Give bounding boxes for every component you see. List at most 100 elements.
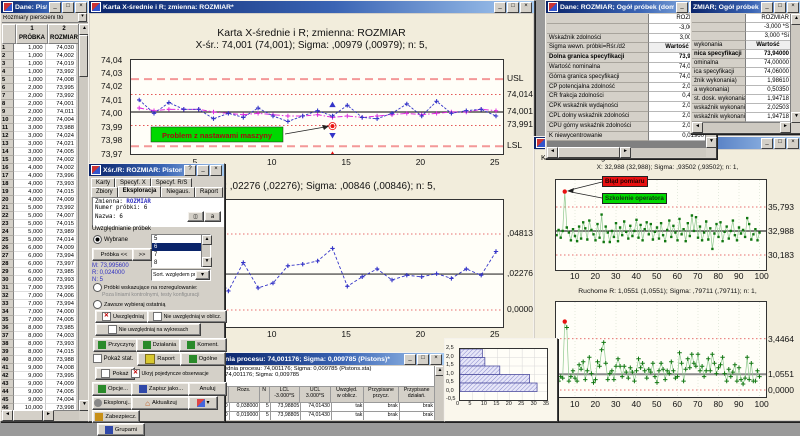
cell-probka[interactable]: 1,000 [14,44,45,52]
eksploruj-button[interactable]: Eksploruj... [92,396,134,410]
cell-probka[interactable]: 2,000 [14,100,45,108]
cell-probka[interactable]: 7,000 [14,292,45,300]
row-number[interactable]: 3 [1,60,14,68]
minimize-icon[interactable]: _ [404,354,416,365]
cell-probka[interactable]: 3,000 [14,140,45,148]
cell-rozmiar[interactable]: 73,985 [46,324,77,332]
table-row[interactable]: 00,019000573,9880574,01430takbrakbrak [220,412,435,420]
cell-rozmiar[interactable]: 74,019 [46,60,77,68]
titlebar-xbar-chart[interactable]: Karta X-średnie i R; zmienna: ROZMIAR* _… [89,1,534,13]
cell-probka[interactable]: 2,000 [14,108,45,116]
row-number[interactable]: 38 [1,340,14,348]
column-header[interactable]: Przypisane przycz. [364,386,400,403]
scroll-left-icon[interactable]: ◄ [547,147,558,158]
table-row[interactable]: 41,00073,992 [1,68,77,76]
scroll-up-icon[interactable]: ▲ [791,14,800,25]
row-number[interactable]: 42 [1,372,14,380]
annotation-measurement-error[interactable]: Błąd pomiaru [602,176,648,187]
scroll-up-icon[interactable]: ▲ [435,366,443,376]
table-row[interactable]: 276,00073,994 [1,252,77,260]
cell-probka[interactable]: 4,000 [14,188,45,196]
table-row[interactable]: CP potencjalna zdolność2,04387 [547,83,706,93]
cell-rozmiar[interactable]: 74,002 [46,52,77,60]
table-row[interactable]: 92,00074,011 [1,108,77,116]
cell-rozmiar[interactable]: 73,988 [46,356,77,364]
row-number[interactable]: 28 [1,260,14,268]
row-number[interactable]: 18 [1,180,14,188]
cell-probka[interactable]: 1,000 [14,68,45,76]
table-row[interactable]: 419,00074,008 [1,364,77,372]
cell-probka[interactable]: 9,000 [14,372,45,380]
minimize-icon[interactable]: _ [197,165,209,176]
maximize-icon[interactable]: □ [774,138,786,149]
table-row[interactable]: 51,00074,008 [1,76,77,84]
cell-probka[interactable]: 8,000 [14,356,45,364]
titlebar-pistons[interactable]: Dane: Pistons.sta _□× [1,1,89,13]
cell-probka[interactable]: 5,000 [14,220,45,228]
cell-probka[interactable]: 5,000 [14,204,45,212]
cell[interactable]: 73,98805 [271,403,302,412]
cell[interactable]: brak [400,403,435,412]
cell-probka[interactable]: 5,000 [14,236,45,244]
minimize-icon[interactable]: _ [676,2,688,13]
table-row[interactable]: 368,00073,985 [1,324,77,332]
horizontal-scrollbar[interactable]: ◄ ► [547,147,706,157]
cell-probka[interactable]: 6,000 [14,252,45,260]
row-number[interactable]: 44 [1,388,14,396]
cell-rozmiar[interactable]: 74,009 [46,380,77,388]
cell-rozmiar[interactable]: 73,988 [46,124,77,132]
anuluj-button[interactable]: Anuluj [188,382,227,396]
table-row[interactable]: CPK wskaźnik wydajności2,00381 [547,102,706,112]
cell[interactable]: 5 [260,412,271,420]
aktualizuj-button[interactable]: ⌂Aktualizuj [131,396,191,410]
cell-probka[interactable]: 4,000 [14,180,45,188]
table-row[interactable]: 204,00074,009 [1,196,77,204]
minimize-icon[interactable]: _ [761,138,773,149]
listbox-scrollbar[interactable]: ▲ ▼ [201,235,210,267]
row-number[interactable]: 26 [1,244,14,252]
cell-rozmiar[interactable]: 74,008 [46,76,77,84]
titlebar-process[interactable]: dnia procesu: 74,001176; Sigma: 0,009785… [219,353,444,365]
chart-dropdown-button[interactable]: ▾ [188,396,218,410]
copy-icon[interactable]: ◫ [187,211,204,222]
cell-probka[interactable]: 4,000 [14,196,45,204]
table-row[interactable]: 255,00074,014 [1,236,77,244]
cell-rozmiar[interactable]: 74,008 [46,364,77,372]
row-number[interactable]: 10 [1,116,14,124]
table-row[interactable]: Wartość nominalna74,00000 [547,63,706,73]
listbox-item[interactable]: 6 [152,243,202,251]
table-row[interactable]: 62,00073,995 [1,84,77,92]
cell-probka[interactable]: 1,000 [14,76,45,84]
dzialania-button[interactable]: Działania [136,338,183,352]
cell-probka[interactable]: 3,000 [14,156,45,164]
cell[interactable]: 0,038000 [230,403,261,412]
tab-raport[interactable]: Raport [195,187,223,197]
row-number[interactable]: 19 [1,188,14,196]
table-row[interactable]: wykonaniaWartość [692,41,791,50]
cell-probka[interactable]: 3,000 [14,132,45,140]
table-row[interactable]: 439,00074,009 [1,380,77,388]
table-row[interactable]: 123,00074,024 [1,132,77,140]
row-number[interactable]: 12 [1,132,14,140]
help-icon[interactable]: ? [184,165,196,176]
minimize-icon[interactable]: _ [761,2,773,13]
cell-rozmiar[interactable]: 74,015 [46,220,77,228]
cell-rozmiar[interactable]: 73,997 [46,260,77,268]
radio-wybrane[interactable]: Wybrane [93,235,128,244]
row-number[interactable]: 33 [1,300,14,308]
table-row[interactable]: ominalna74,00000 [692,59,791,68]
cell-probka[interactable]: 8,000 [14,348,45,356]
table-row[interactable]: 378,00074,003 [1,332,77,340]
row-number[interactable]: 5 [1,76,14,84]
cell-rozmiar[interactable]: 73,985 [46,268,77,276]
cell-rozmiar[interactable]: 74,030 [46,44,77,52]
cell-probka[interactable]: 2,000 [14,116,45,124]
vertical-scrollbar[interactable]: ▲ ▼ [790,14,800,123]
column-header-rozmiar[interactable]: 2ROZMIAR [48,24,80,44]
table-row[interactable]: Sigma wewn. próbki=Rśr./d2Wartość [547,43,706,53]
column-header[interactable]: Rozs. [229,386,260,403]
cell-rozmiar[interactable]: 73,996 [46,172,77,180]
table-row[interactable]: ica specyfikacji74,06000 [692,68,791,77]
cell-probka[interactable]: 9,000 [14,364,45,372]
titlebar-dialog[interactable]: Xśr./R: ROZMIAR: Pistons.sta ?_× [89,164,224,176]
